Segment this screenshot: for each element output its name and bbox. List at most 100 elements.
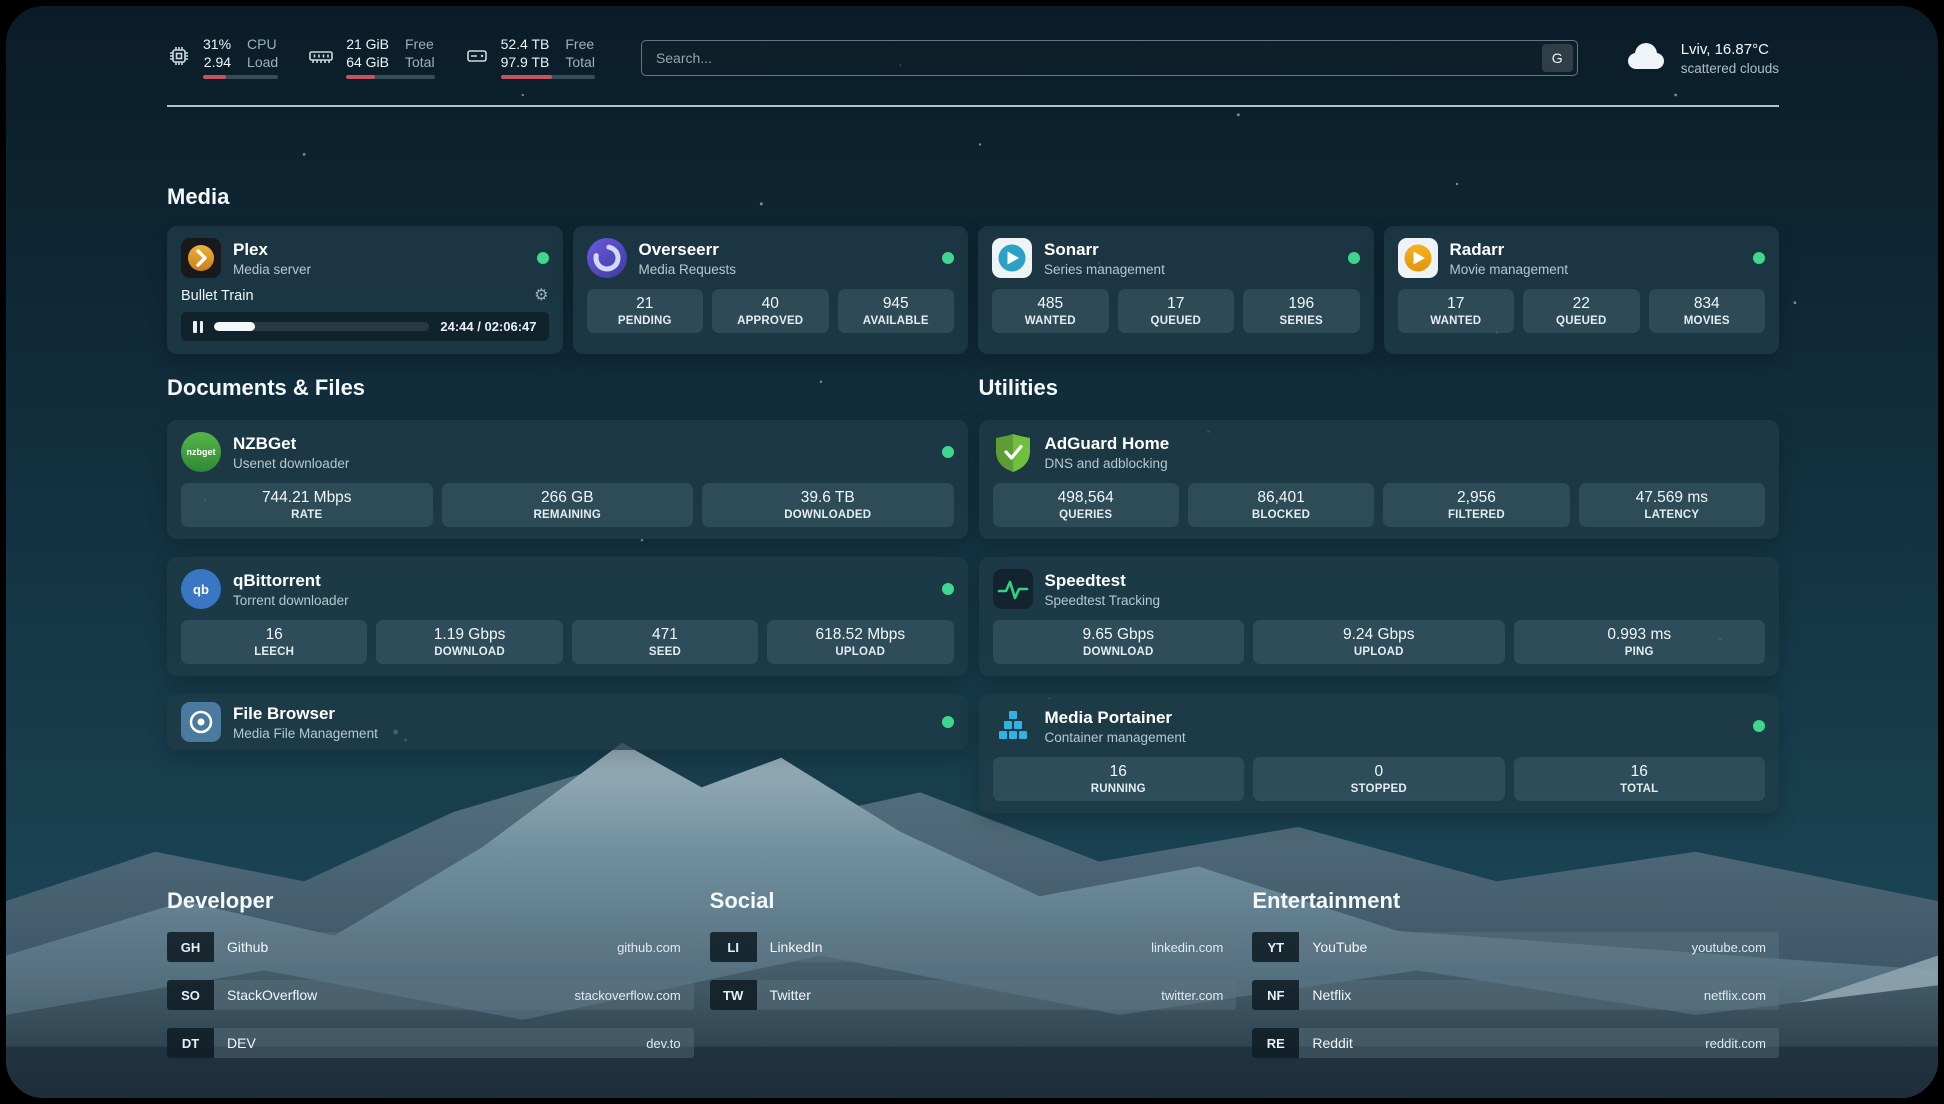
portainer-card[interactable]: Media Portainer Container management 16 … bbox=[979, 694, 1780, 813]
bookmark-abbr-badge: NF bbox=[1252, 980, 1299, 1010]
nzbget-card[interactable]: nzbget NZBGet Usenet downloader 744.21 M… bbox=[167, 420, 968, 539]
gear-icon[interactable]: ⚙ bbox=[534, 288, 548, 304]
adguard-subtitle: DNS and adblocking bbox=[1045, 456, 1170, 471]
search-engine-button[interactable]: G bbox=[1542, 44, 1573, 72]
stat-upload: 618.52 Mbps UPLOAD bbox=[767, 620, 953, 664]
pause-button[interactable] bbox=[193, 321, 203, 333]
bookmark-linkedin[interactable]: LI LinkedIn linkedin.com bbox=[710, 932, 1237, 962]
ram-metric: 21 GiB 64 GiB Free Total bbox=[308, 37, 434, 79]
sonarr-card[interactable]: Sonarr Series management 485 WANTED 17 Q… bbox=[978, 226, 1374, 354]
radarr-card[interactable]: Radarr Movie management 17 WANTED 22 QUE… bbox=[1384, 226, 1780, 354]
dashboard-window: 31% 2.94 CPU Load bbox=[6, 6, 1938, 1098]
stat-latency: 47.569 ms LATENCY bbox=[1579, 483, 1765, 527]
plex-player-bar: 24:44 / 02:06:47 bbox=[181, 312, 549, 341]
now-playing-title: Bullet Train bbox=[181, 288, 254, 304]
topbar: 31% 2.94 CPU Load bbox=[167, 6, 1779, 79]
bookmark-stackoverflow[interactable]: SO StackOverflow stackoverflow.com bbox=[167, 980, 694, 1010]
stat-ping: 0.993 ms PING bbox=[1514, 620, 1766, 664]
portainer-subtitle: Container management bbox=[1045, 730, 1186, 745]
weather-condition: scattered clouds bbox=[1681, 61, 1779, 76]
disk-icon bbox=[465, 44, 489, 73]
bookmarks-entertainment: Entertainment YT YouTube youtube.com NF … bbox=[1252, 887, 1779, 1076]
bookmarks-social: Social LI LinkedIn linkedin.com TW Twitt… bbox=[710, 887, 1237, 1076]
bookmark-abbr-badge: TW bbox=[710, 980, 757, 1010]
stat-rate: 744.21 Mbps RATE bbox=[181, 483, 433, 527]
stat-approved: 40 APPROVED bbox=[712, 289, 829, 333]
ram-usage-bar bbox=[346, 75, 434, 79]
svg-text:nzbget: nzbget bbox=[187, 447, 216, 457]
weather-widget: Lviv, 16.87°C scattered clouds bbox=[1622, 40, 1779, 77]
ram-free-value: 21 GiB bbox=[346, 37, 389, 52]
bookmark-reddit[interactable]: RE Reddit reddit.com bbox=[1252, 1028, 1779, 1058]
stat-available: 945 AVAILABLE bbox=[838, 289, 955, 333]
overseerr-icon bbox=[587, 238, 627, 278]
cpu-metric: 31% 2.94 CPU Load bbox=[167, 37, 278, 79]
ram-total-value: 64 GiB bbox=[346, 55, 389, 70]
bookmarks-section: Developer GH Github github.com SO StackO… bbox=[167, 887, 1779, 1098]
section-heading-developer: Developer bbox=[167, 887, 694, 915]
qbittorrent-subtitle: Torrent downloader bbox=[233, 593, 349, 608]
stat-download: 1.19 Gbps DOWNLOAD bbox=[376, 620, 562, 664]
bookmarks-developer: Developer GH Github github.com SO StackO… bbox=[167, 887, 694, 1076]
stat-filtered: 2,956 FILTERED bbox=[1383, 483, 1569, 527]
bookmark-abbr-badge: DT bbox=[167, 1028, 214, 1058]
disk-total-label: Total bbox=[565, 55, 595, 70]
stat-download: 9.65 Gbps DOWNLOAD bbox=[993, 620, 1245, 664]
bookmark-youtube[interactable]: YT YouTube youtube.com bbox=[1252, 932, 1779, 962]
status-dot bbox=[942, 446, 954, 458]
adguard-card[interactable]: AdGuard Home DNS and adblocking 498,564 … bbox=[979, 420, 1780, 539]
section-heading-entertainment: Entertainment bbox=[1252, 887, 1779, 915]
plex-title: Plex bbox=[233, 240, 311, 259]
portainer-title: Media Portainer bbox=[1045, 708, 1186, 727]
sonarr-title: Sonarr bbox=[1044, 240, 1165, 259]
stat-stopped: 0 STOPPED bbox=[1253, 757, 1505, 801]
disk-free-value: 52.4 TB bbox=[501, 37, 550, 52]
radarr-subtitle: Movie management bbox=[1450, 262, 1569, 277]
plex-card[interactable]: Plex Media server Bullet Train ⚙ 24:44 /… bbox=[167, 226, 563, 354]
sonarr-subtitle: Series management bbox=[1044, 262, 1165, 277]
speedtest-subtitle: Speedtest Tracking bbox=[1045, 593, 1161, 608]
stat-leech: 16 LEECH bbox=[181, 620, 367, 664]
playback-progress-bar[interactable] bbox=[214, 322, 429, 331]
search-bar: G bbox=[641, 40, 1578, 76]
section-heading-social: Social bbox=[710, 887, 1237, 915]
stat-downloaded: 39.6 TB DOWNLOADED bbox=[702, 483, 954, 527]
qbittorrent-title: qBittorrent bbox=[233, 571, 349, 590]
sonarr-icon bbox=[992, 238, 1032, 278]
speedtest-card[interactable]: Speedtest Speedtest Tracking 9.65 Gbps D… bbox=[979, 557, 1780, 676]
ram-total-label: Total bbox=[405, 55, 435, 70]
svg-text:qb: qb bbox=[193, 582, 209, 597]
weather-location: Lviv, 16.87°C bbox=[1681, 41, 1779, 58]
bookmark-netflix[interactable]: NF Netflix netflix.com bbox=[1252, 980, 1779, 1010]
search-input[interactable] bbox=[656, 50, 1542, 66]
nzbget-subtitle: Usenet downloader bbox=[233, 456, 349, 471]
qbittorrent-card[interactable]: qb qBittorrent Torrent downloader 16 LEE… bbox=[167, 557, 968, 676]
filebrowser-card[interactable]: File Browser Media File Management bbox=[167, 694, 968, 750]
bookmark-abbr-badge: RE bbox=[1252, 1028, 1299, 1058]
dashboard-content: 31% 2.94 CPU Load bbox=[6, 6, 1938, 1098]
utilities-column: Utilities AdGuard Home DNS and bbox=[979, 374, 1780, 831]
qbittorrent-icon: qb bbox=[181, 569, 221, 609]
stat-total: 16 TOTAL bbox=[1514, 757, 1766, 801]
overseerr-card[interactable]: Overseerr Media Requests 21 PENDING 40 A… bbox=[573, 226, 969, 354]
header-divider bbox=[167, 105, 1779, 107]
radarr-title: Radarr bbox=[1450, 240, 1569, 259]
status-dot bbox=[1753, 720, 1765, 732]
media-grid: Plex Media server Bullet Train ⚙ 24:44 /… bbox=[167, 226, 1779, 354]
bookmark-twitter[interactable]: TW Twitter twitter.com bbox=[710, 980, 1237, 1010]
ram-free-label: Free bbox=[405, 37, 435, 52]
stat-running: 16 RUNNING bbox=[993, 757, 1245, 801]
section-heading-utilities: Utilities bbox=[979, 374, 1780, 402]
stat-seed: 471 SEED bbox=[572, 620, 758, 664]
middle-columns: Documents & Files nzbget NZBGet bbox=[167, 374, 1779, 831]
bookmark-abbr-badge: YT bbox=[1252, 932, 1299, 962]
status-dot bbox=[537, 252, 549, 264]
stat-pending: 21 PENDING bbox=[587, 289, 704, 333]
bookmark-github[interactable]: GH Github github.com bbox=[167, 932, 694, 962]
cpu-load-label: Load bbox=[247, 55, 278, 70]
bookmark-abbr-badge: SO bbox=[167, 980, 214, 1010]
stat-queued: 22 QUEUED bbox=[1523, 289, 1640, 333]
overseerr-title: Overseerr bbox=[639, 240, 737, 259]
bookmark-dev[interactable]: DT DEV dev.to bbox=[167, 1028, 694, 1058]
disk-metric: 52.4 TB 97.9 TB Free Total bbox=[465, 37, 595, 79]
